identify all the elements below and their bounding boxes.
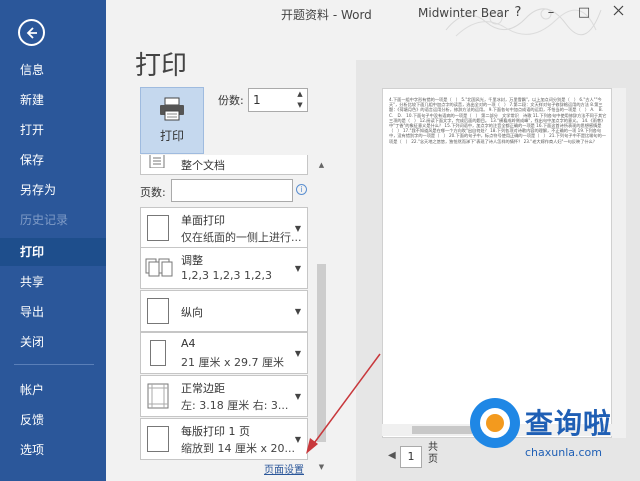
title-bar: 开题资料 - Word Midwinter Bear ? – □ [106,0,640,37]
print-sides-select[interactable]: 单面打印 仅在纸面的一侧上进行... ▼ [140,207,308,249]
watermark-url: chaxunla.com [525,446,602,459]
nav-close[interactable]: 关闭 [0,328,106,356]
nav-save[interactable]: 保存 [0,146,106,174]
info-icon[interactable]: i [296,184,307,195]
print-sides-title: 单面打印 [181,214,225,227]
document-icon [149,155,165,168]
scroll-thumb[interactable] [317,264,326,442]
paper-size-select[interactable]: A4 21 厘米 x 29.7 厘米 ▼ [140,332,308,374]
page-number-input[interactable]: 1 [400,446,422,468]
chevron-down-icon: ▼ [294,435,301,444]
margins-icon [147,383,169,409]
user-name[interactable]: Midwinter Bear [418,6,509,20]
settings-scrollbar[interactable]: ▲ ▼ [314,156,329,477]
pages-input[interactable] [171,179,293,202]
total-pages-label: 共页 [428,442,438,465]
preview-vscroll[interactable] [612,88,626,438]
preview-page: 4.下面一组中字形有错的一项是（ ） 5."北国风光，千里冰封，万里雪飘"，以上… [382,88,612,438]
pages-label: 页数: [140,186,166,199]
close-window-button[interactable] [606,3,630,23]
collate-desc: 1,2,3 1,2,3 1,2,3 [181,269,272,282]
portrait-icon [147,298,169,324]
chevron-down-icon: ▼ [294,224,301,233]
spin-down-icon[interactable]: ▼ [295,101,305,109]
prev-page-icon[interactable]: ◀ [388,450,396,461]
scroll-up-icon[interactable]: ▲ [317,161,326,169]
scroll-down-icon[interactable]: ▼ [317,463,326,471]
paper-size-desc: 21 厘米 x 29.7 厘米 [181,356,284,369]
nav-share[interactable]: 共享 [0,268,106,296]
margins-select[interactable]: 正常边距 左: 3.18 厘米 右: 3... ▼ [140,375,308,417]
preview-text: 4.下面一组中字形有错的一项是（ ） 5."北国风光，千里冰封，万里雪飘"，以上… [389,97,608,144]
margins-desc: 左: 3.18 厘米 右: 3... [181,399,289,412]
copies-value: 1 [253,93,261,107]
chevron-down-icon: ▼ [294,307,301,316]
watermark-logo-icon [470,398,520,448]
chevron-down-icon: ▼ [294,392,301,401]
pages-per-sheet-icon [147,426,169,452]
collate-icon [145,258,173,277]
page-setup-link[interactable]: 页面设置 [264,461,304,476]
backstage-nav: 信息 新建 打开 保存 另存为 历史记录 打印 共享 导出 关闭 帐户 反馈 选… [0,0,106,481]
paper-size-icon [150,340,166,366]
pages-per-sheet-select[interactable]: 每版打印 1 页 缩放到 14 厘米 x 20... ▼ [140,418,308,460]
help-button[interactable]: ? [506,3,530,23]
print-settings: 整个文档 单面打印 仅在纸面的一侧上进行... ▼ 调整 1,2,3 1,2,3… [136,155,311,476]
margins-title: 正常边距 [181,382,225,395]
print-range-select[interactable]: 整个文档 [140,155,308,175]
page-title: 打印 [135,51,188,81]
print-button-label: 打印 [159,129,184,143]
chevron-down-icon: ▼ [294,264,301,273]
window-title: 开题资料 - Word [281,8,372,22]
close-icon [613,5,623,16]
nav-history: 历史记录 [20,213,69,227]
spin-up-icon[interactable]: ▲ [295,90,305,98]
watermark: 查询啦 chaxunla.com [465,390,640,481]
back-button[interactable] [18,19,45,46]
pages-per-sheet-title: 每版打印 1 页 [181,425,250,438]
nav-info[interactable]: 信息 [0,56,106,84]
back-arrow-icon [26,26,37,39]
preview-hscroll-thumb[interactable] [412,426,472,434]
orientation-value: 纵向 [181,306,203,319]
nav-account[interactable]: 帐户 [0,376,106,404]
nav-new[interactable]: 新建 [0,86,106,114]
nav-export[interactable]: 导出 [0,298,106,326]
collate-title: 调整 [181,254,203,267]
copies-input[interactable]: 1 ▲ ▼ [248,88,308,112]
minimize-button[interactable]: – [539,3,563,23]
chevron-down-icon: ▼ [294,349,301,358]
nav-open[interactable]: 打开 [0,116,106,144]
pages-per-sheet-desc: 缩放到 14 厘米 x 20... [181,442,295,455]
collate-select[interactable]: 调整 1,2,3 1,2,3 1,2,3 ▼ [140,247,308,289]
orientation-select[interactable]: 纵向 ▼ [140,290,308,332]
nav-separator [14,364,94,365]
watermark-brand: 查询啦 [525,407,613,440]
print-sides-desc: 仅在纸面的一侧上进行... [181,231,302,244]
nav-print[interactable]: 打印 [0,238,106,266]
restore-button[interactable]: □ [572,3,596,23]
nav-save-as[interactable]: 另存为 [0,176,106,204]
nav-feedback[interactable]: 反馈 [0,406,106,434]
print-button[interactable]: 打印 [140,87,204,154]
nav-options[interactable]: 选项 [0,436,106,464]
paper-size-title: A4 [181,337,196,350]
printer-icon [160,97,184,121]
print-range-value: 整个文档 [181,159,225,172]
copies-label: 份数: [218,94,244,107]
single-sided-icon [147,215,169,241]
